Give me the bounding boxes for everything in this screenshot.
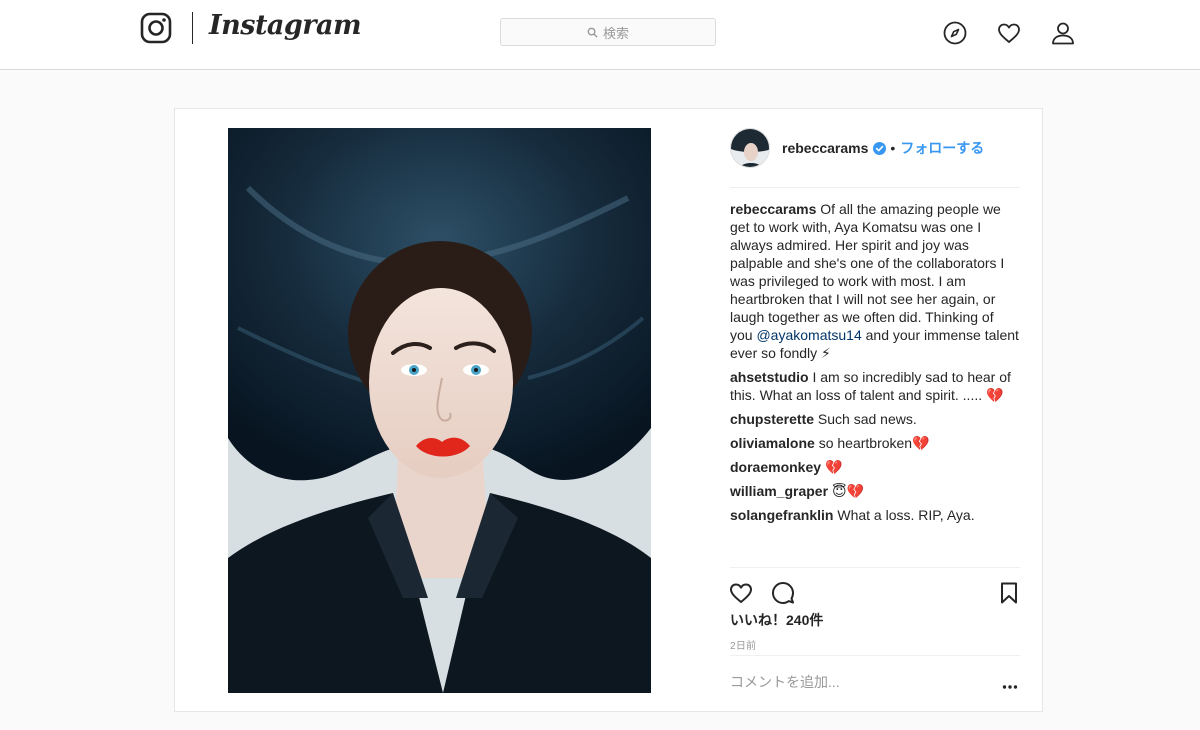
- bookmark-icon[interactable]: [996, 580, 1022, 606]
- avatar[interactable]: [730, 128, 770, 168]
- post-header: rebeccarams • フォローする: [730, 128, 1020, 188]
- post-timestamp[interactable]: 2日前: [730, 637, 756, 652]
- list-item: doraemonkey 💔: [730, 458, 1020, 476]
- comment-bubble-icon[interactable]: [770, 580, 796, 606]
- add-comment-input[interactable]: [730, 674, 980, 690]
- like-heart-icon[interactable]: [728, 580, 754, 606]
- post-actions: [730, 567, 1020, 607]
- heart-icon[interactable]: [996, 20, 1022, 46]
- portrait-illustration: [228, 128, 651, 693]
- logo-divider: [192, 12, 193, 44]
- search-input[interactable]: 検索: [500, 18, 716, 46]
- post-photo[interactable]: [228, 128, 651, 693]
- post-card: rebeccarams • フォローする rebeccarams Of all …: [174, 108, 1043, 712]
- search-placeholder: 検索: [602, 25, 629, 41]
- search-icon: [587, 27, 598, 38]
- list-item: william_graper 😇💔: [730, 482, 1020, 500]
- more-dots-icon[interactable]: [1002, 684, 1018, 690]
- comment-username[interactable]: ahsetstudio: [730, 369, 809, 385]
- caption-username[interactable]: rebeccarams: [730, 201, 816, 217]
- comment-text: Such sad news.: [817, 411, 917, 427]
- comment-username[interactable]: william_graper: [730, 483, 828, 499]
- profile-icon[interactable]: [1050, 20, 1076, 46]
- comment-username[interactable]: solangefranklin: [730, 507, 833, 523]
- list-item: chupsterette Such sad news.: [730, 410, 1020, 428]
- caption-mention-link[interactable]: @ayakomatsu14: [756, 327, 861, 343]
- comment-username[interactable]: doraemonkey: [730, 459, 821, 475]
- list-item: solangefranklin What a loss. RIP, Aya.: [730, 506, 1020, 524]
- list-item: ahsetstudio I am so incredibly sad to he…: [730, 368, 1020, 404]
- list-item: oliviamalone so heartbroken💔: [730, 434, 1020, 452]
- likes-count[interactable]: いいね！240件: [730, 610, 823, 630]
- comment-text: 😇💔: [831, 483, 864, 499]
- header-separator: •: [890, 140, 896, 156]
- comment-text: so heartbroken💔: [818, 435, 930, 451]
- top-nav-bar: Instagram 検索: [0, 0, 1200, 70]
- comment-text: 💔: [824, 459, 843, 475]
- caption-text: Of all the amazing people we get to work…: [730, 201, 1005, 343]
- follow-button[interactable]: フォローする: [900, 138, 984, 158]
- caption: rebeccarams Of all the amazing people we…: [730, 200, 1020, 362]
- comment-list: rebeccarams Of all the amazing people we…: [730, 200, 1020, 530]
- compass-icon[interactable]: [942, 20, 968, 46]
- comment-username[interactable]: chupsterette: [730, 411, 814, 427]
- instagram-wordmark[interactable]: Instagram: [209, 10, 362, 41]
- comment-text: What a loss. RIP, Aya.: [837, 507, 975, 523]
- comment-username[interactable]: oliviamalone: [730, 435, 815, 451]
- verified-badge-icon: [873, 141, 887, 155]
- add-comment-row: [730, 655, 1020, 711]
- post-author-username[interactable]: rebeccarams: [782, 140, 868, 156]
- post-sidebar: rebeccarams • フォローする rebeccarams Of all …: [730, 109, 1020, 711]
- instagram-glyph-icon[interactable]: [140, 12, 172, 44]
